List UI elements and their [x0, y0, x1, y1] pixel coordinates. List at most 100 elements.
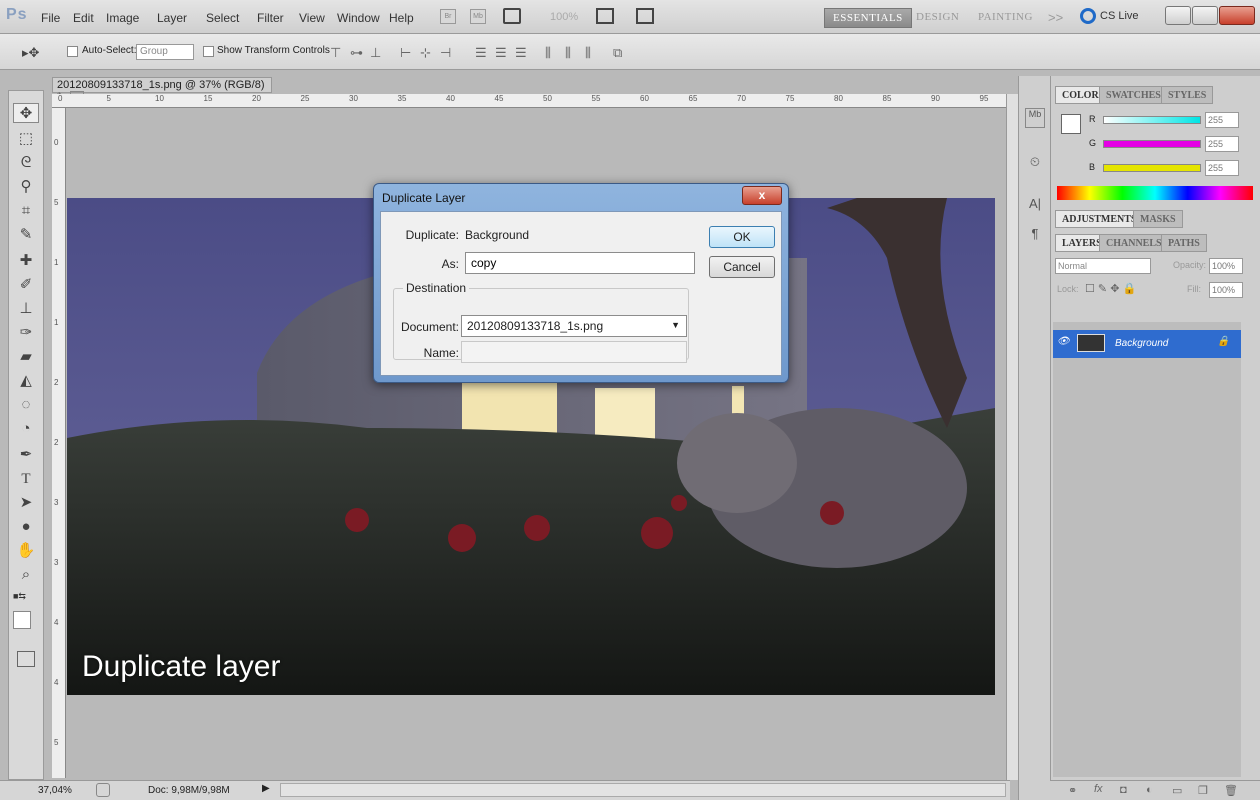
path-selection-tool-icon[interactable]: ➤: [13, 493, 39, 513]
menu-select[interactable]: Select: [206, 11, 239, 25]
horizontal-scrollbar[interactable]: [280, 783, 1006, 797]
character-panel-icon[interactable]: A|: [1025, 196, 1045, 216]
vertical-scrollbar[interactable]: [1006, 94, 1018, 780]
screen-mode-icon[interactable]: [503, 8, 521, 24]
channel-g-slider[interactable]: [1103, 140, 1201, 148]
brush-tool-icon[interactable]: ✐: [13, 275, 39, 295]
new-group-icon[interactable]: ▭: [1172, 784, 1182, 797]
quick-selection-tool-icon[interactable]: ⚲: [13, 177, 39, 197]
clone-stamp-tool-icon[interactable]: ⊥: [13, 299, 39, 319]
menu-layer[interactable]: Layer: [157, 11, 187, 25]
align-hcenter-icon[interactable]: ⊹: [420, 45, 431, 61]
color-spectrum-bar[interactable]: [1057, 186, 1253, 200]
foreground-color-swatch[interactable]: [13, 611, 31, 629]
channel-r-value[interactable]: 255: [1205, 112, 1239, 128]
eyedropper-tool-icon[interactable]: ✎: [13, 225, 39, 245]
history-panel-icon[interactable]: ⏲: [1025, 154, 1045, 174]
menu-file[interactable]: File: [41, 11, 60, 25]
align-right-icon[interactable]: ⊣: [440, 45, 451, 61]
healing-brush-tool-icon[interactable]: ✚: [13, 251, 39, 271]
swap-colors-icon[interactable]: ■⇆: [13, 591, 39, 603]
crop-tool-icon[interactable]: ⌗: [13, 201, 39, 221]
menu-window[interactable]: Window: [337, 11, 380, 25]
mini-bridge-icon[interactable]: Mb: [470, 9, 486, 24]
channel-r-slider[interactable]: [1103, 116, 1201, 124]
foreground-color-box[interactable]: [1061, 114, 1081, 134]
layer-name[interactable]: Background: [1115, 338, 1168, 349]
screen-layout-icon[interactable]: [636, 8, 654, 24]
menu-filter[interactable]: Filter: [257, 11, 284, 25]
channel-g-value[interactable]: 255: [1205, 136, 1239, 152]
quick-mask-icon[interactable]: [17, 651, 35, 667]
distribute-top-icon[interactable]: ☰: [475, 45, 487, 61]
lasso-tool-icon[interactable]: ᘓ: [13, 153, 39, 173]
tab-masks[interactable]: MASKS: [1133, 210, 1183, 228]
zoom-tool-icon[interactable]: ⌕: [13, 565, 39, 585]
type-tool-icon[interactable]: T: [13, 469, 39, 489]
workspace-design[interactable]: DESIGN: [908, 8, 967, 28]
bridge-icon[interactable]: Br: [440, 9, 456, 24]
paragraph-panel-icon[interactable]: ¶: [1025, 226, 1045, 246]
distribute-hcenter-icon[interactable]: ⫼: [565, 45, 571, 61]
more-workspaces-icon[interactable]: >>: [1048, 10, 1063, 25]
status-menu-arrow-icon[interactable]: ▶: [262, 783, 270, 794]
transform-controls-checkbox[interactable]: [203, 46, 214, 57]
align-left-icon[interactable]: ⊢: [400, 45, 411, 61]
zoom-readout[interactable]: 37,04%: [38, 785, 72, 796]
align-vcenter-icon[interactable]: ⊶: [350, 45, 363, 61]
auto-align-icon[interactable]: ⧉: [613, 45, 622, 61]
align-top-icon[interactable]: ⊤: [330, 45, 341, 61]
menu-help[interactable]: Help: [389, 11, 414, 25]
status-info-icon[interactable]: [96, 783, 110, 797]
delete-layer-icon[interactable]: 🗑: [1224, 784, 1238, 797]
workspace-essentials[interactable]: ESSENTIALS: [824, 8, 912, 28]
new-layer-icon[interactable]: ❐: [1198, 784, 1208, 797]
auto-select-checkbox[interactable]: [67, 46, 78, 57]
channel-b-value[interactable]: 255: [1205, 160, 1239, 176]
blur-tool-icon[interactable]: ◌: [13, 395, 39, 415]
eraser-tool-icon[interactable]: ▰: [13, 347, 39, 367]
name-input[interactable]: [461, 341, 687, 363]
cs-live-icon[interactable]: [1080, 8, 1096, 24]
tab-paths[interactable]: PATHS: [1161, 234, 1207, 252]
as-name-input[interactable]: [465, 252, 695, 274]
marquee-tool-icon[interactable]: ⬚: [13, 129, 39, 149]
workspace-painting[interactable]: PAINTING: [970, 8, 1041, 28]
dialog-close-button[interactable]: x: [742, 186, 782, 205]
distribute-vcenter-icon[interactable]: ☰: [495, 45, 507, 61]
distribute-bottom-icon[interactable]: ☰: [515, 45, 527, 61]
blend-mode-dropdown[interactable]: Normal: [1055, 258, 1151, 274]
restore-button[interactable]: [1192, 6, 1218, 25]
move-tool-icon[interactable]: ✥: [13, 103, 39, 123]
tab-styles[interactable]: STYLES: [1161, 86, 1214, 104]
layer-row-background[interactable]: 👁 Background 🔒: [1053, 330, 1241, 358]
document-select[interactable]: 20120809133718_1s.png ▼: [461, 315, 687, 337]
zoom-level-dropdown[interactable]: 100%: [550, 11, 578, 23]
align-bottom-icon[interactable]: ⊥: [370, 45, 381, 61]
pen-tool-icon[interactable]: ✒: [13, 445, 39, 465]
layer-visibility-eye-icon[interactable]: 👁: [1057, 336, 1070, 347]
document-tab[interactable]: 20120809133718_1s.png @ 37% (RGB/8) * ✕: [52, 77, 272, 103]
shape-tool-icon[interactable]: ●: [13, 517, 39, 537]
distribute-right-icon[interactable]: ⫼: [585, 45, 591, 61]
fill-input[interactable]: 100%: [1209, 282, 1243, 298]
tab-adjustments[interactable]: ADJUSTMENTS: [1055, 210, 1144, 228]
minimize-button[interactable]: [1165, 6, 1191, 25]
distribute-left-icon[interactable]: ⫼: [545, 45, 551, 61]
menu-image[interactable]: Image: [106, 11, 139, 25]
history-brush-tool-icon[interactable]: ✑: [13, 323, 39, 343]
move-tool-icon[interactable]: ▸✥: [22, 45, 39, 61]
menu-edit[interactable]: Edit: [73, 11, 94, 25]
paint-bucket-tool-icon[interactable]: ◭: [13, 371, 39, 391]
menu-view[interactable]: View: [299, 11, 325, 25]
cancel-button[interactable]: Cancel: [709, 256, 775, 278]
hand-tool-icon[interactable]: ✋: [13, 541, 39, 561]
tab-swatches[interactable]: SWATCHES: [1099, 86, 1168, 104]
auto-select-dropdown[interactable]: Group: [136, 44, 194, 60]
lock-icons[interactable]: ☐ ✎ ✥ 🔒: [1085, 282, 1136, 295]
app-close-button[interactable]: [1219, 6, 1255, 25]
channel-b-slider[interactable]: [1103, 164, 1201, 172]
link-layers-icon[interactable]: ⚭: [1068, 784, 1077, 797]
cs-live-button[interactable]: CS Live: [1100, 10, 1139, 22]
adjustment-layer-icon[interactable]: ◐: [1146, 784, 1153, 796]
